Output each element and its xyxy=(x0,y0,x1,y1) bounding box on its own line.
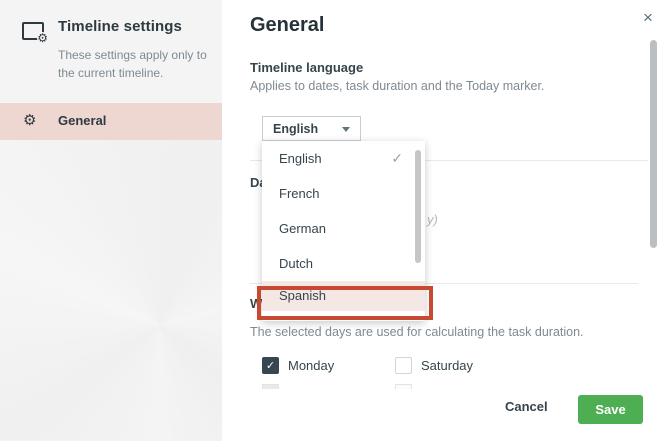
checkbox-checked-icon: ✓ xyxy=(262,357,279,374)
sidebar-title: Timeline settings xyxy=(58,18,182,35)
gear-icon: ⚙ xyxy=(23,112,37,129)
partial-checkbox xyxy=(262,384,279,389)
working-days-description: The selected days are used for calculati… xyxy=(250,325,584,339)
language-dropdown: English ✓ French German Dutch Spanish xyxy=(262,141,425,321)
dropdown-option-german[interactable]: German xyxy=(262,211,425,246)
dropdown-option-dutch[interactable]: Dutch xyxy=(262,246,425,281)
sidebar-background xyxy=(0,140,222,440)
timeline-language-description: Applies to dates, task duration and the … xyxy=(250,79,545,93)
gear-badge-icon: ⚙ xyxy=(37,31,48,45)
timeline-settings-dialog: ⚙ Timeline settings These settings apply… xyxy=(0,0,662,441)
sidebar: ⚙ Timeline settings These settings apply… xyxy=(0,0,222,441)
timeline-settings-icon: ⚙ xyxy=(22,22,48,44)
dropdown-scrollbar[interactable] xyxy=(415,150,421,263)
chevron-down-icon xyxy=(342,127,350,132)
language-select-value: English xyxy=(273,122,319,136)
checkbox-unchecked-icon xyxy=(395,357,412,374)
dropdown-option-english[interactable]: English ✓ xyxy=(262,141,425,176)
sidebar-description: These settings apply only to the current… xyxy=(58,48,207,80)
language-select[interactable]: English xyxy=(262,116,361,141)
sidebar-header: ⚙ Timeline settings These settings apply… xyxy=(0,0,222,103)
sidebar-item-general[interactable]: ⚙ General xyxy=(0,103,222,140)
save-button[interactable]: Save xyxy=(578,395,643,424)
page-title: General xyxy=(250,14,325,36)
cancel-button[interactable]: Cancel xyxy=(505,399,548,414)
panel-scrollbar[interactable] xyxy=(650,40,657,248)
partial-checkbox xyxy=(395,384,412,389)
checkbox-label: Saturday xyxy=(421,358,474,373)
dropdown-option-spanish[interactable]: Spanish xyxy=(262,281,425,311)
checkmark-icon: ✓ xyxy=(391,150,403,166)
close-icon[interactable]: × xyxy=(636,6,660,30)
timeline-language-heading: Timeline language xyxy=(250,60,364,75)
dropdown-option-french[interactable]: French xyxy=(262,176,425,211)
sidebar-item-label: General xyxy=(58,113,107,128)
date-preview-text-partial: y) xyxy=(427,212,438,227)
checkbox-label: Monday xyxy=(288,358,335,373)
